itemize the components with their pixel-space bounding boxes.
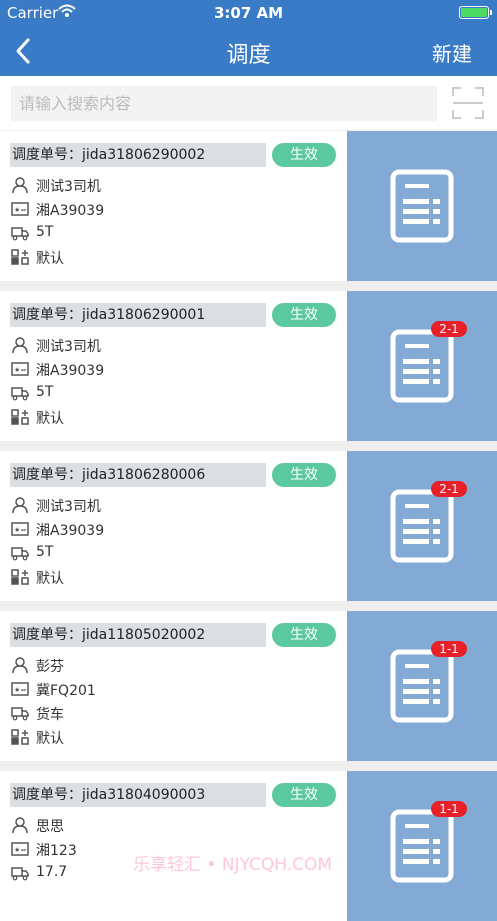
- order-no: jida31806290002: [82, 147, 206, 163]
- card-driver: 思思: [36, 819, 64, 835]
- route-icon: [11, 409, 29, 425]
- order-no: jida31806290001: [82, 307, 206, 323]
- card-plate: 冀FQ201: [36, 683, 96, 699]
- driver-icon: [11, 177, 29, 194]
- order-number: 调度单号：jida11805020002: [10, 623, 266, 647]
- order-label: 调度单号：: [12, 307, 82, 323]
- plate-icon: ★: [11, 361, 29, 377]
- scan-icon[interactable]: [451, 86, 485, 120]
- nav-bar: 调度 新建: [0, 26, 497, 76]
- count-tag: 2-1: [431, 321, 467, 337]
- card-route: 默认: [36, 411, 64, 427]
- card-driver: 彭芬: [36, 659, 64, 675]
- count-tag: 1-1: [431, 641, 467, 657]
- plate-icon: ★: [11, 201, 29, 217]
- order-number: 调度单号：jida31806290001: [10, 303, 266, 327]
- status-badge: 生效: [272, 143, 336, 167]
- card-route: 默认: [36, 731, 64, 747]
- plate-icon: ★: [11, 521, 29, 537]
- card-load: 17.7: [36, 864, 68, 880]
- order-number: 调度单号：jida31806290002: [10, 143, 266, 167]
- detail-button[interactable]: [347, 131, 497, 281]
- dispatch-card[interactable]: 调度单号：jida31806290002 生效 测试3司机 ★ 湘A39039 5T 默认: [0, 131, 497, 281]
- document-icon: [390, 329, 454, 403]
- search-bar: [0, 76, 497, 130]
- card-load: 5T: [36, 544, 54, 560]
- dispatch-card[interactable]: 调度单号：jida31804090003 生效 思思 ★ 湘123 17.7 1-1: [0, 771, 497, 921]
- clock: 3:07 AM: [213, 4, 284, 22]
- card-driver: 测试3司机: [36, 499, 101, 515]
- status-badge: 生效: [272, 303, 336, 327]
- svg-text:★: ★: [14, 206, 20, 214]
- card-route: 默认: [36, 571, 64, 587]
- driver-icon: [11, 497, 29, 514]
- route-icon: [11, 569, 29, 585]
- driver-icon: [11, 817, 29, 834]
- card-load: 5T: [36, 224, 54, 240]
- card-route: 默认: [36, 251, 64, 267]
- dispatch-card[interactable]: 调度单号：jida31806280006 生效 测试3司机 ★ 湘A39039 5T 默认 2…: [0, 451, 497, 601]
- document-icon: [390, 809, 454, 883]
- count-tag: 2-1: [431, 481, 467, 497]
- card-driver: 测试3司机: [36, 179, 101, 195]
- plate-icon: ★: [11, 681, 29, 697]
- order-label: 调度单号：: [12, 787, 82, 803]
- card-load: 货车: [36, 707, 64, 723]
- dispatch-card[interactable]: 调度单号：jida31806290001 生效 测试3司机 ★ 湘A39039 5T 默认 2…: [0, 291, 497, 441]
- truck-icon: [11, 705, 29, 721]
- order-label: 调度单号：: [12, 147, 82, 163]
- search-input[interactable]: [11, 86, 437, 121]
- svg-text:★: ★: [14, 366, 20, 374]
- order-no: jida31806280006: [82, 467, 206, 483]
- order-label: 调度单号：: [12, 627, 82, 643]
- svg-text:★: ★: [14, 526, 20, 534]
- card-plate: 湘A39039: [36, 363, 105, 379]
- route-icon: [11, 249, 29, 265]
- status-bar: Carrier 3:07 AM: [0, 0, 497, 26]
- route-icon: [11, 729, 29, 745]
- truck-icon: [11, 225, 29, 241]
- driver-icon: [11, 657, 29, 674]
- count-tag: 1-1: [431, 801, 467, 817]
- document-icon: [390, 489, 454, 563]
- status-badge: 生效: [272, 623, 336, 647]
- document-icon: [390, 649, 454, 723]
- card-load: 5T: [36, 384, 54, 400]
- order-no: jida11805020002: [82, 627, 206, 643]
- truck-icon: [11, 865, 29, 881]
- status-badge: 生效: [272, 463, 336, 487]
- detail-button[interactable]: 1-1: [347, 611, 497, 761]
- order-no: jida31804090003: [82, 787, 206, 803]
- order-label: 调度单号：: [12, 467, 82, 483]
- truck-icon: [11, 385, 29, 401]
- detail-button[interactable]: 2-1: [347, 291, 497, 441]
- order-number: 调度单号：jida31806280006: [10, 463, 266, 487]
- plate-icon: ★: [11, 841, 29, 857]
- new-button[interactable]: 新建: [432, 38, 472, 67]
- card-plate: 湘A39039: [36, 203, 105, 219]
- detail-button[interactable]: 2-1: [347, 451, 497, 601]
- battery-icon: [459, 6, 492, 19]
- svg-text:★: ★: [14, 846, 20, 854]
- order-number: 调度单号：jida31804090003: [10, 783, 266, 807]
- page-title: 调度: [226, 43, 271, 68]
- card-plate: 湘A39039: [36, 523, 105, 539]
- watermark: 乐享轻汇 • NJYCQH.COM: [133, 855, 333, 875]
- truck-icon: [11, 545, 29, 561]
- document-icon: [390, 169, 454, 243]
- status-badge: 生效: [272, 783, 336, 807]
- driver-icon: [11, 337, 29, 354]
- dispatch-card[interactable]: 调度单号：jida11805020002 生效 彭芬 ★ 冀FQ201 货车 默认 1-1: [0, 611, 497, 761]
- svg-text:★: ★: [14, 686, 20, 694]
- detail-button[interactable]: 1-1: [347, 771, 497, 921]
- card-driver: 测试3司机: [36, 339, 101, 355]
- card-plate: 湘123: [36, 843, 77, 859]
